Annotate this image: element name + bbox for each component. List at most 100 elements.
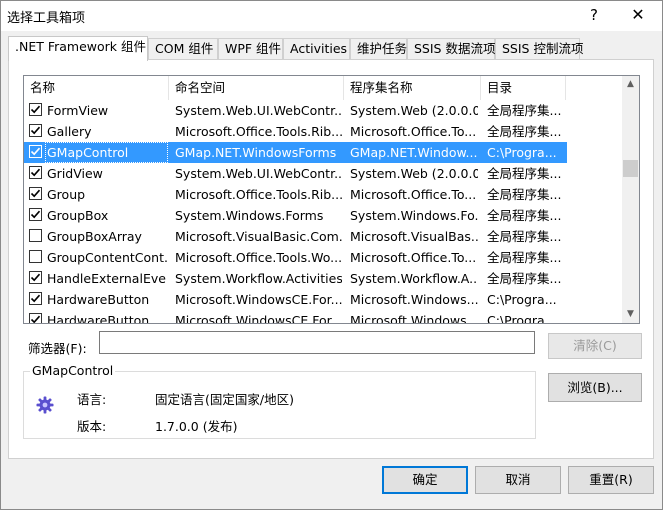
directory-cell: 全局程序集... xyxy=(487,229,562,244)
namespace-cell: System.Windows.Forms xyxy=(175,208,324,223)
cancel-button[interactable]: 取消 xyxy=(475,466,561,494)
details-group-title: GMapControl xyxy=(30,363,116,378)
item-name-cell: Gallery xyxy=(47,124,92,139)
tab-net-framework[interactable]: .NET Framework 组件 xyxy=(8,36,148,61)
checkbox-checked[interactable] xyxy=(29,187,42,200)
checkbox-checked[interactable] xyxy=(29,145,42,158)
tab-com[interactable]: COM 组件 xyxy=(148,38,218,59)
namespace-cell: Microsoft.WindowsCE.For... xyxy=(175,292,342,307)
table-row[interactable]: GroupBoxArray Microsoft.VisualBasic.Com..… xyxy=(24,226,567,247)
version-value: 1.7.0.0 (发布) xyxy=(155,419,238,434)
directory-cell: 全局程序集... xyxy=(487,250,562,265)
item-name-cell: HandleExternalEvent xyxy=(47,271,167,286)
language-value: 固定语言(固定国家/地区) xyxy=(155,392,294,407)
assembly-cell: Microsoft.VisualBas... xyxy=(350,229,478,244)
language-label: 语言: xyxy=(77,392,107,407)
list-scrollbar[interactable]: ▲ ▼ xyxy=(622,76,639,323)
directory-cell: C:\Progra... xyxy=(487,292,557,307)
assembly-cell: System.Web (2.0.0.0) xyxy=(350,166,478,181)
table-row[interactable]: FormView System.Web.UI.WebContr... System.… xyxy=(24,100,567,121)
checkbox-unchecked[interactable] xyxy=(29,229,42,242)
assembly-cell: Microsoft.Windows... xyxy=(350,313,478,324)
column-header-namespace[interactable]: 命名空间 xyxy=(169,76,344,100)
assembly-cell: System.Workflow.A... xyxy=(350,271,478,286)
assembly-cell: Microsoft.Windows... xyxy=(350,292,478,307)
checkbox-checked[interactable] xyxy=(29,292,42,305)
item-name-cell: GroupBox xyxy=(47,208,109,223)
directory-cell: C:\Progra... xyxy=(487,313,557,324)
namespace-cell: System.Web.UI.WebContr... xyxy=(175,103,342,118)
browse-button[interactable]: 浏览(B)... xyxy=(548,373,642,402)
assembly-cell: System.Windows.Fo... xyxy=(350,208,478,223)
clear-button[interactable]: 清除(C) xyxy=(548,333,642,359)
toolbox-items-list[interactable]: 名称 命名空间 程序集名称 目录 FormView System.Web.UI.W… xyxy=(23,75,640,324)
checkbox-checked[interactable] xyxy=(29,208,42,221)
item-name-cell: GroupBoxArray xyxy=(47,229,142,244)
directory-cell: 全局程序集... xyxy=(487,208,562,223)
directory-cell: 全局程序集... xyxy=(487,124,562,139)
item-name-cell: GridView xyxy=(47,166,103,181)
table-row[interactable]: Group Microsoft.Office.Tools.Rib... Micros… xyxy=(24,184,567,205)
directory-cell: 全局程序集... xyxy=(487,187,562,202)
item-name-cell: GMapControl xyxy=(47,145,129,160)
table-row[interactable]: GMapControl GMap.NET.WindowsForms GMap.NET… xyxy=(24,142,567,163)
column-header-directory[interactable]: 目录 xyxy=(481,76,566,100)
table-row[interactable]: Gallery Microsoft.Office.Tools.Rib... Micr… xyxy=(24,121,567,142)
directory-cell: 全局程序集... xyxy=(487,271,562,286)
directory-cell: 全局程序集... xyxy=(487,103,562,118)
tab-wpf[interactable]: WPF 组件 xyxy=(218,38,283,59)
directory-cell: C:\Progra... xyxy=(487,145,557,160)
column-header-assembly[interactable]: 程序集名称 xyxy=(344,76,481,100)
title-bar[interactable]: 选择工具箱项 ? ✕ xyxy=(1,1,662,31)
table-row[interactable]: HardwareButton Microsoft.WindowsCE.For...… xyxy=(24,289,567,310)
gear-icon xyxy=(36,396,54,414)
item-name-cell: GroupContentCont... xyxy=(47,250,167,265)
list-header: 名称 命名空间 程序集名称 目录 xyxy=(24,76,622,100)
tab-ssis-dataflow[interactable]: SSIS 数据流项 xyxy=(407,38,495,59)
table-row[interactable]: HardwareButton Microsoft.WindowsCE.For...… xyxy=(24,310,567,324)
checkbox-checked[interactable] xyxy=(29,103,42,116)
item-name-cell: FormView xyxy=(47,103,109,118)
tab-maintenance[interactable]: 维护任务 xyxy=(350,38,407,59)
assembly-cell: Microsoft.Office.To... xyxy=(350,187,477,202)
version-label: 版本: xyxy=(77,419,107,434)
reset-button[interactable]: 重置(R) xyxy=(568,466,654,494)
namespace-cell: System.Workflow.Activities xyxy=(175,271,342,286)
close-button[interactable]: ✕ xyxy=(623,3,653,27)
item-name-cell: HardwareButton xyxy=(47,292,150,307)
tab-activities[interactable]: Activities xyxy=(283,38,350,59)
scroll-up-arrow-icon[interactable]: ▲ xyxy=(622,76,639,93)
namespace-cell: GMap.NET.WindowsForms xyxy=(175,145,337,160)
checkbox-checked[interactable] xyxy=(29,313,42,323)
namespace-cell: Microsoft.Office.Tools.Rib... xyxy=(175,187,342,202)
item-name-cell: Group xyxy=(47,187,86,202)
checkbox-checked[interactable] xyxy=(29,271,42,284)
column-header-name[interactable]: 名称 xyxy=(24,76,169,100)
namespace-cell: Microsoft.VisualBasic.Com... xyxy=(175,229,342,244)
checkbox-checked[interactable] xyxy=(29,166,42,179)
window-title: 选择工具箱项 xyxy=(7,11,86,26)
directory-cell: 全局程序集... xyxy=(487,166,562,181)
item-name-cell: HardwareButton xyxy=(47,313,150,324)
scrollbar-thumb[interactable] xyxy=(623,160,638,177)
assembly-cell: System.Web (2.0.0.0) xyxy=(350,103,478,118)
assembly-cell: Microsoft.Office.To... xyxy=(350,250,477,265)
ok-button[interactable]: 确定 xyxy=(382,466,468,494)
namespace-cell: Microsoft.Office.Tools.Wo... xyxy=(175,250,342,265)
assembly-cell: Microsoft.Office.To... xyxy=(350,124,477,139)
checkbox-unchecked[interactable] xyxy=(29,250,42,263)
tab-ssis-controlflow[interactable]: SSIS 控制流项 xyxy=(495,38,583,59)
namespace-cell: System.Web.UI.WebContr... xyxy=(175,166,342,181)
table-row[interactable]: HandleExternalEvent System.Workflow.Activ… xyxy=(24,268,567,289)
scroll-down-arrow-icon[interactable]: ▼ xyxy=(622,306,639,323)
table-row[interactable]: GridView System.Web.UI.WebContr... System.… xyxy=(24,163,567,184)
table-row[interactable]: GroupContentCont... Microsoft.Office.Tool… xyxy=(24,247,567,268)
filter-label: 筛选器(F): xyxy=(28,341,87,356)
namespace-cell: Microsoft.WindowsCE.For... xyxy=(175,313,342,324)
checkbox-checked[interactable] xyxy=(29,124,42,137)
help-button[interactable]: ? xyxy=(579,3,609,27)
assembly-cell: GMap.NET.Window... xyxy=(350,145,478,160)
namespace-cell: Microsoft.Office.Tools.Rib... xyxy=(175,124,342,139)
filter-input[interactable] xyxy=(99,331,535,354)
table-row[interactable]: GroupBox System.Windows.Forms System.Windo… xyxy=(24,205,567,226)
